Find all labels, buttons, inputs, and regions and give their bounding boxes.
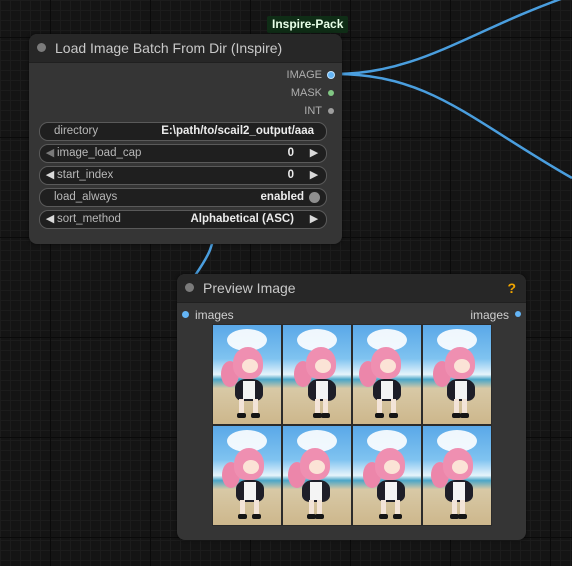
output-int-label: INT — [304, 105, 322, 117]
preview-thumbnail[interactable] — [282, 324, 352, 425]
increment-arrow-icon[interactable]: ▶ — [307, 167, 321, 184]
link-image-right — [334, 72, 572, 180]
thumbnail-figure-part — [316, 381, 328, 399]
images-output-label: images — [470, 308, 509, 322]
thumbnail-figure-part — [321, 413, 331, 418]
thumbnail-figure-part — [244, 482, 256, 500]
thumbnail-figure-part — [460, 413, 470, 418]
thumbnail-figure-part — [310, 482, 322, 500]
sort-method-label: sort_method — [57, 213, 121, 225]
output-image[interactable]: IMAGE — [287, 67, 334, 83]
output-mask-label: MASK — [290, 87, 322, 99]
next-option-arrow-icon[interactable]: ▶ — [307, 211, 321, 228]
thumbnail-figure-part — [242, 359, 258, 373]
output-image-label: IMAGE — [286, 69, 322, 81]
thumbnail-figure-part — [243, 460, 259, 474]
decrement-arrow-icon[interactable]: ◀ — [43, 145, 57, 162]
thumbnail-figure-part — [237, 413, 246, 418]
thumbnail-figure-part — [252, 514, 261, 519]
decrement-arrow-icon[interactable]: ◀ — [43, 167, 57, 184]
increment-arrow-icon[interactable]: ▶ — [307, 145, 321, 162]
preview-image-node[interactable]: Preview Image ? images images — [177, 274, 526, 540]
output-int[interactable]: INT — [304, 103, 334, 119]
help-icon[interactable]: ? — [507, 274, 516, 302]
node-collapse-dot[interactable] — [37, 43, 46, 52]
image-load-cap-value: 0 — [287, 147, 294, 159]
preview-thumbnail[interactable] — [422, 324, 492, 425]
thumbnail-figure-part — [309, 460, 325, 474]
thumbnail-figure-part — [375, 413, 384, 418]
load-always-toggle[interactable]: load_always enabled — [39, 188, 327, 207]
preview-thumbnail[interactable] — [352, 425, 422, 526]
start-index-value: 0 — [287, 169, 294, 181]
image-port-dot[interactable] — [328, 72, 334, 78]
sort-method-value: Alphabetical (ASC) — [190, 213, 294, 225]
images-input-port-dot[interactable] — [182, 311, 189, 318]
preview-thumbnail[interactable] — [212, 324, 282, 425]
output-mask[interactable]: MASK — [291, 85, 334, 101]
previous-option-arrow-icon[interactable]: ◀ — [43, 211, 57, 228]
thumbnail-figure-part — [379, 514, 388, 519]
directory-field[interactable]: directory E:\path/to/scail2_output/aaa — [39, 122, 327, 141]
node-collapse-dot[interactable] — [185, 283, 194, 292]
thumbnail-figure-part — [458, 514, 468, 519]
preview-thumbnail[interactable] — [282, 425, 352, 526]
thumbnail-figure-part — [315, 514, 325, 519]
thumbnail-figure-part — [455, 381, 467, 399]
thumbnail-figure-part — [385, 482, 397, 500]
thumbnail-figure-part — [384, 460, 400, 474]
node-title-bar[interactable]: Preview Image ? — [177, 274, 526, 303]
thumbnail-figure-part — [315, 359, 331, 373]
io-row: images images — [177, 307, 526, 323]
int-port-dot[interactable] — [328, 108, 334, 114]
image-load-cap-field[interactable]: ◀ image_load_cap 0 ▶ — [39, 144, 327, 163]
thumbnail-figure-part — [454, 359, 470, 373]
mask-port-dot[interactable] — [328, 90, 334, 96]
link-image-top — [334, 0, 562, 76]
preview-image-grid[interactable] — [212, 324, 492, 526]
preview-thumbnail[interactable] — [422, 425, 492, 526]
thumbnail-figure-part — [380, 359, 396, 373]
preview-thumbnail[interactable] — [352, 324, 422, 425]
node-title-bar[interactable]: Load Image Batch From Dir (Inspire) — [29, 34, 342, 63]
directory-label: directory — [54, 125, 99, 137]
node-pack-badge: Inspire-Pack — [267, 16, 349, 33]
directory-value: E:\path/to/scail2_output/aaa — [161, 125, 314, 137]
thumbnail-figure-part — [238, 514, 247, 519]
toggle-knob-icon[interactable] — [309, 192, 320, 203]
thumbnail-figure-part — [381, 381, 393, 399]
load-image-batch-node[interactable]: Load Image Batch From Dir (Inspire) IMAG… — [29, 34, 342, 244]
load-always-value: enabled — [260, 191, 304, 203]
start-index-field[interactable]: ◀ start_index 0 ▶ — [39, 166, 327, 185]
thumbnail-figure-part — [453, 482, 465, 500]
images-output-port-dot[interactable] — [515, 311, 521, 317]
start-index-label: start_index — [57, 169, 114, 181]
load-always-label: load_always — [54, 191, 118, 203]
preview-thumbnail[interactable] — [212, 425, 282, 526]
thumbnail-figure-part — [393, 514, 402, 519]
thumbnail-figure-part — [452, 460, 468, 474]
thumbnail-figure-part — [251, 413, 260, 418]
images-input-label: images — [195, 308, 234, 322]
node-title: Preview Image — [203, 280, 296, 296]
thumbnail-figure-part — [389, 413, 398, 418]
sort-method-combo[interactable]: ◀ sort_method Alphabetical (ASC) ▶ — [39, 210, 327, 229]
node-title: Load Image Batch From Dir (Inspire) — [55, 40, 283, 56]
thumbnail-figure-part — [243, 381, 255, 399]
image-load-cap-label: image_load_cap — [57, 147, 142, 159]
